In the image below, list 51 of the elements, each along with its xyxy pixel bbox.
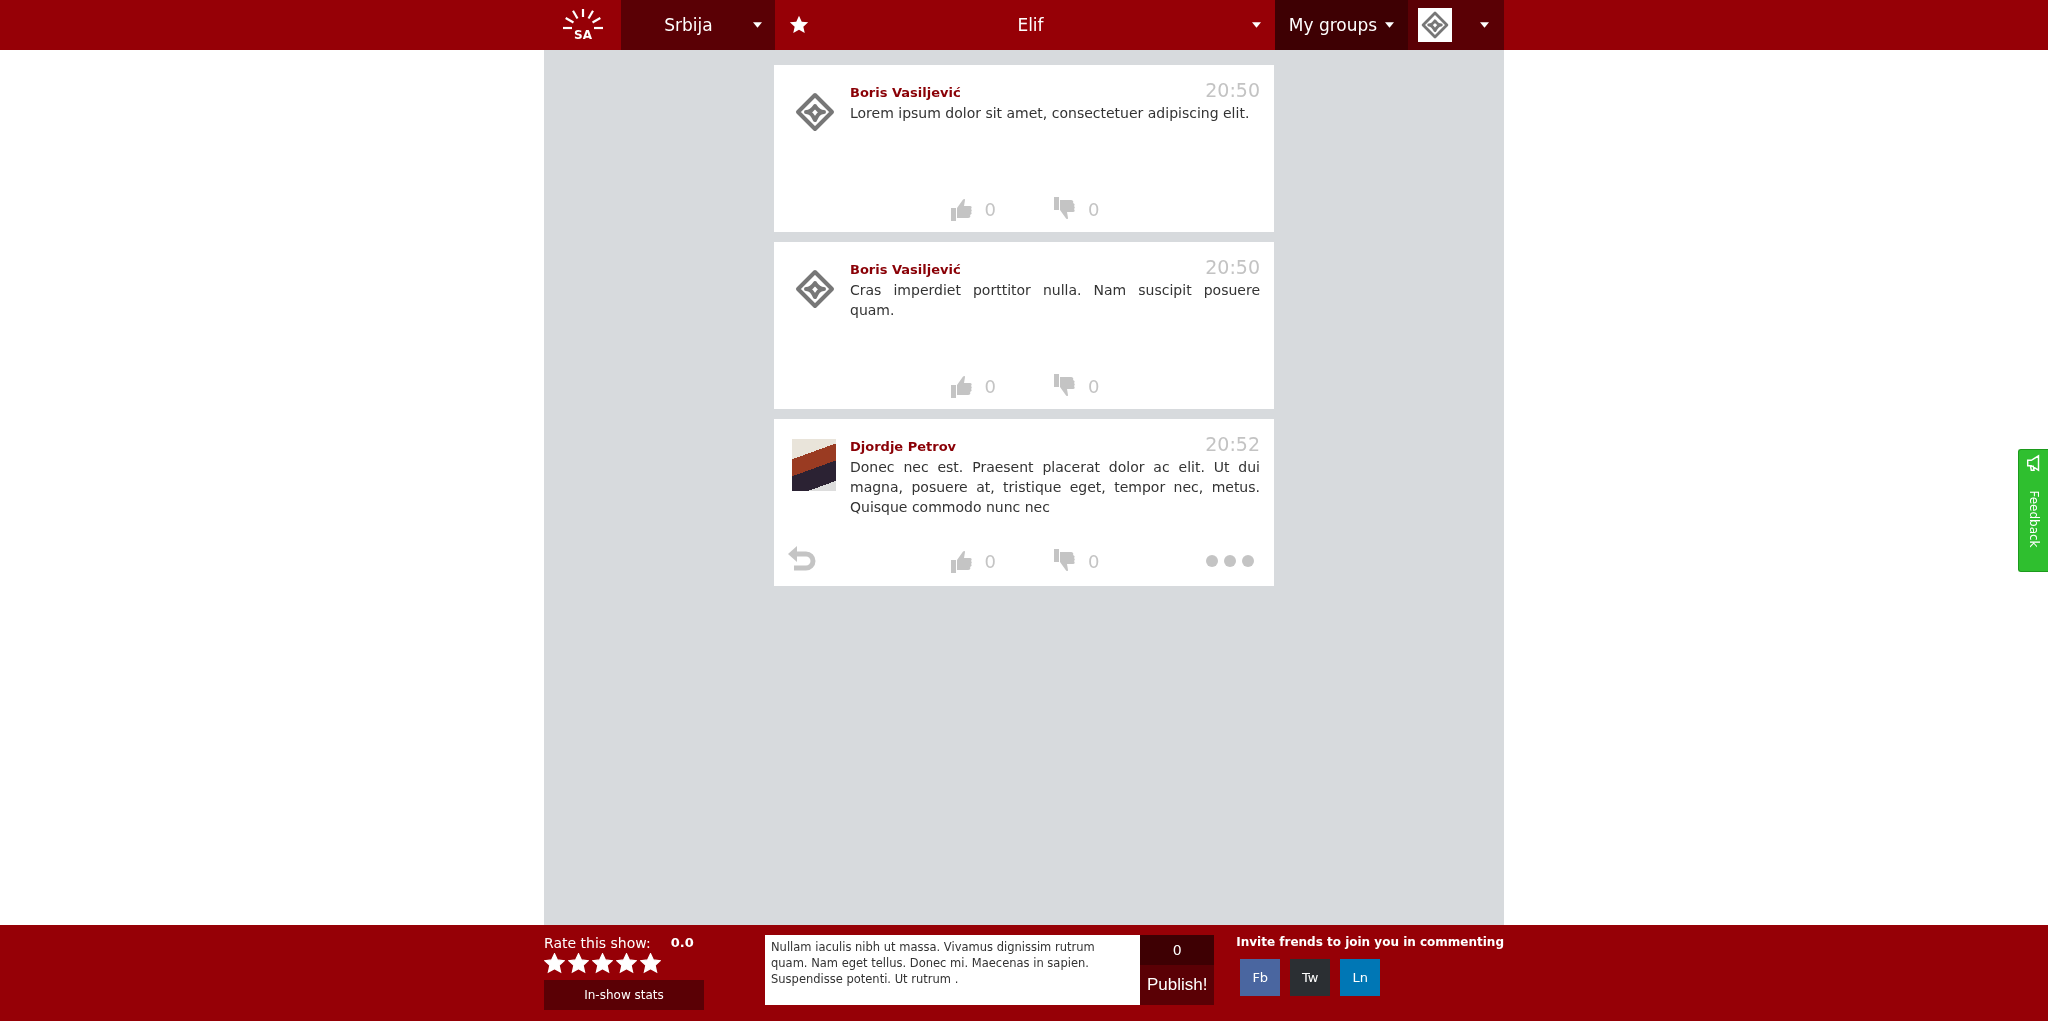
dislike-count: 0 — [1088, 198, 1100, 220]
thumbs-up-icon[interactable] — [948, 548, 973, 574]
photo-placeholder — [792, 439, 836, 491]
star-icon[interactable] — [568, 953, 589, 974]
diamond-logo-icon — [795, 269, 835, 309]
thumbs-down-icon[interactable] — [1052, 373, 1076, 399]
publish-button[interactable]: Publish! — [1140, 965, 1215, 1005]
like-count: 0 — [984, 375, 996, 397]
thumbs-up-icon[interactable] — [948, 196, 973, 222]
comment-time: 20:50 — [1205, 79, 1260, 101]
share-button[interactable]: Fb — [1240, 959, 1281, 996]
thumbs-down-icon[interactable] — [1052, 196, 1076, 222]
user-menu[interactable] — [1408, 0, 1504, 50]
dislike-count: 0 — [1088, 550, 1100, 572]
dislike-count: 0 — [1088, 375, 1100, 397]
share-button[interactable]: Ln — [1340, 959, 1381, 996]
comment-text: Lorem ipsum dolor sit amet, consectetuer adipiscing elit. — [850, 104, 1251, 123]
caret-icon — [752, 22, 762, 28]
author-name[interactable]: Djordje Petrov — [850, 439, 957, 454]
stats-button[interactable]: In-show stats — [544, 980, 704, 1010]
share-button[interactable]: Tw — [1290, 959, 1331, 996]
caret-icon — [1252, 22, 1261, 28]
comment-text: Cras imperdiet porttitor nulla. Nam suscipit posuere quam. — [850, 281, 1260, 320]
groups-dropdown[interactable]: My groups — [1275, 0, 1408, 50]
star-icon — [789, 15, 809, 35]
like-count: 0 — [984, 550, 996, 572]
thumbs-down-icon[interactable] — [1052, 548, 1076, 574]
comment-field[interactable]: Nullam iaculis nibh ut massa. Vivamus dignissim rutrum quam. Nam eget tellus. Donec mi. Maecenas in sapien. Suspendisse potenti. Ut rutrum . — [765, 935, 1141, 1005]
reply-icon[interactable] — [788, 546, 818, 572]
star-icon[interactable] — [592, 953, 613, 974]
invite-text: Invite frends to join you in commenting — [1236, 935, 1504, 949]
country-dropdown[interactable]: Srbija — [621, 0, 775, 50]
diamond-logo-icon — [1421, 11, 1449, 39]
caret-icon — [1385, 22, 1395, 28]
comment-time: 20:50 — [1205, 256, 1260, 278]
author-name[interactable]: Boris Vasiljević — [850, 85, 961, 100]
comment-text: Donec nec est. Praesent placerat dolor ac elit. Ut dui magna, posuere at, tristique eget, tempor nec, metus. Quisque commodo nunc nec — [850, 458, 1260, 517]
like-count: 0 — [984, 198, 996, 220]
rate-label: Rate this show: — [544, 935, 651, 951]
caret-icon — [1480, 22, 1489, 28]
thumbs-up-icon[interactable] — [948, 373, 973, 399]
more-icon[interactable] — [1206, 555, 1254, 567]
star-icon[interactable] — [544, 953, 565, 974]
rating-value: 0.0 — [670, 935, 694, 951]
show-dropdown[interactable]: Elif — [775, 0, 1275, 50]
author-name[interactable]: Boris Vasiljević — [850, 262, 961, 277]
star-icon[interactable] — [616, 953, 637, 974]
diamond-logo-icon — [795, 92, 835, 132]
star-icon[interactable] — [640, 953, 661, 974]
comment-time: 20:52 — [1205, 433, 1260, 455]
character-counter: 0 — [1140, 935, 1215, 965]
